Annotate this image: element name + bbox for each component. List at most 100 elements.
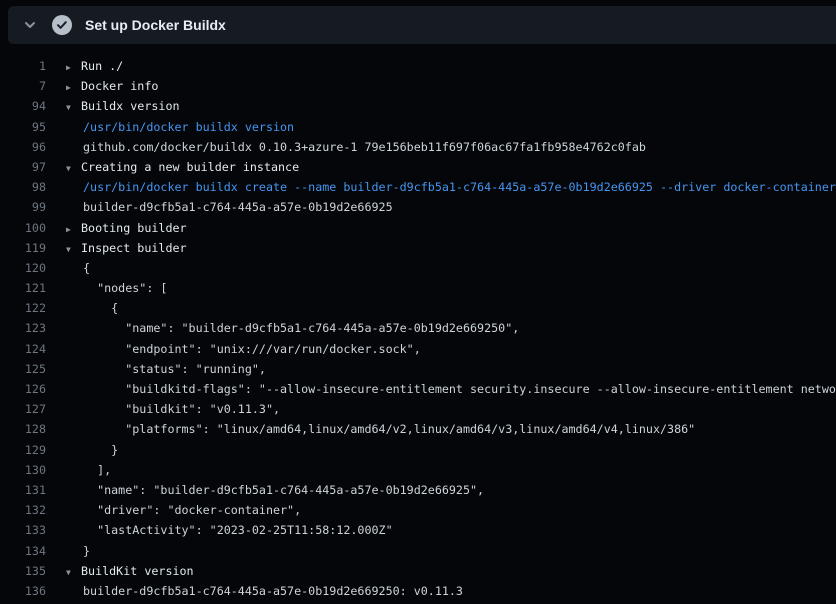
log-line: 128 "platforms": "linux/amd64,linux/amd6… bbox=[0, 419, 836, 439]
log-text: Booting builder bbox=[81, 218, 187, 238]
log-text: Run ./ bbox=[81, 56, 123, 76]
log-line[interactable]: 135 ▼ BuildKit version bbox=[0, 561, 836, 581]
log-line[interactable]: 1 ▶ Run ./ bbox=[0, 56, 836, 76]
log-text: "endpoint": "unix:///var/run/docker.sock… bbox=[66, 339, 421, 359]
line-number[interactable]: 130 bbox=[0, 460, 46, 480]
log-text: { bbox=[66, 298, 118, 318]
line-number[interactable]: 131 bbox=[0, 480, 46, 500]
line-number[interactable]: 97 bbox=[0, 157, 46, 177]
log-line-content: ▶ Run ./ bbox=[66, 56, 123, 76]
line-number[interactable]: 98 bbox=[0, 177, 46, 197]
log-area: 1 ▶ Run ./ 7 ▶ Docker info 94 ▼ Buildx v… bbox=[0, 44, 836, 604]
log-line[interactable]: 100 ▶ Booting builder bbox=[0, 218, 836, 238]
log-line: 127 "buildkit": "v0.11.3", bbox=[0, 399, 836, 419]
line-number[interactable]: 124 bbox=[0, 339, 46, 359]
line-number[interactable]: 123 bbox=[0, 318, 46, 338]
line-number[interactable]: 94 bbox=[0, 96, 46, 116]
collapse-group-triangle-icon[interactable]: ▼ bbox=[66, 240, 81, 258]
line-number[interactable]: 127 bbox=[0, 399, 46, 419]
log-text: "lastActivity": "2023-02-25T11:58:12.000… bbox=[66, 520, 393, 540]
log-line-content: ▼ Creating a new builder instance bbox=[66, 157, 299, 177]
line-number[interactable]: 99 bbox=[0, 197, 46, 217]
log-line: 95 /usr/bin/docker buildx version bbox=[0, 117, 836, 137]
log-line-content: github.com/docker/buildx 0.10.3+azure-1 … bbox=[66, 137, 646, 157]
log-text: /usr/bin/docker buildx create --name bui… bbox=[66, 177, 836, 197]
line-number[interactable]: 119 bbox=[0, 238, 46, 258]
log-text: builder-d9cfb5a1-c764-445a-a57e-0b19d2e6… bbox=[66, 581, 463, 601]
log-line: 126 "buildkitd-flags": "--allow-insecure… bbox=[0, 379, 836, 399]
line-number[interactable]: 129 bbox=[0, 440, 46, 460]
log-text: "platforms": "linux/amd64,linux/amd64/v2… bbox=[66, 419, 695, 439]
log-text: github.com/docker/buildx 0.10.3+azure-1 … bbox=[66, 137, 646, 157]
log-text: /usr/bin/docker buildx version bbox=[66, 117, 294, 137]
expand-group-triangle-icon[interactable]: ▶ bbox=[66, 220, 81, 238]
log-text: Inspect builder bbox=[81, 238, 187, 258]
line-number[interactable]: 120 bbox=[0, 258, 46, 278]
line-number[interactable]: 135 bbox=[0, 561, 46, 581]
log-line-content: "status": "running", bbox=[66, 359, 266, 379]
line-number[interactable]: 7 bbox=[0, 76, 46, 96]
log-text: ], bbox=[66, 460, 111, 480]
log-line: 134 } bbox=[0, 541, 836, 561]
check-circle-icon bbox=[52, 15, 72, 35]
log-text: "name": "builder-d9cfb5a1-c764-445a-a57e… bbox=[66, 318, 519, 338]
log-line[interactable]: 94 ▼ Buildx version bbox=[0, 96, 836, 116]
line-number[interactable]: 1 bbox=[0, 56, 46, 76]
log-line-content: ▶ Booting builder bbox=[66, 218, 187, 238]
line-number[interactable]: 121 bbox=[0, 278, 46, 298]
log-line: 123 "name": "builder-d9cfb5a1-c764-445a-… bbox=[0, 318, 836, 338]
collapse-group-triangle-icon[interactable]: ▼ bbox=[66, 98, 81, 116]
log-line-content: "name": "builder-d9cfb5a1-c764-445a-a57e… bbox=[66, 480, 484, 500]
line-number[interactable]: 128 bbox=[0, 419, 46, 439]
log-line[interactable]: 7 ▶ Docker info bbox=[0, 76, 836, 96]
log-text: "buildkit": "v0.11.3", bbox=[66, 399, 280, 419]
log-line-content: "lastActivity": "2023-02-25T11:58:12.000… bbox=[66, 520, 393, 540]
log-line-content: ▼ Buildx version bbox=[66, 96, 180, 116]
step-title: Set up Docker Buildx bbox=[85, 17, 226, 33]
log-line: 121 "nodes": [ bbox=[0, 278, 836, 298]
log-text: Creating a new builder instance bbox=[81, 157, 299, 177]
log-line: 125 "status": "running", bbox=[0, 359, 836, 379]
log-line-content: ], bbox=[66, 460, 111, 480]
log-line-content: } bbox=[66, 541, 90, 561]
log-line: 130 ], bbox=[0, 460, 836, 480]
log-line: 133 "lastActivity": "2023-02-25T11:58:12… bbox=[0, 520, 836, 540]
collapse-group-triangle-icon[interactable]: ▼ bbox=[66, 159, 81, 177]
collapse-group-triangle-icon[interactable]: ▼ bbox=[66, 563, 81, 581]
line-number[interactable]: 133 bbox=[0, 520, 46, 540]
line-number[interactable]: 125 bbox=[0, 359, 46, 379]
chevron-down-icon[interactable] bbox=[22, 17, 38, 33]
log-line-content: "driver": "docker-container", bbox=[66, 500, 301, 520]
line-number[interactable]: 132 bbox=[0, 500, 46, 520]
log-line-content: /usr/bin/docker buildx create --name bui… bbox=[66, 177, 836, 197]
log-line[interactable]: 119 ▼ Inspect builder bbox=[0, 238, 836, 258]
log-line-content: ▼ BuildKit version bbox=[66, 561, 194, 581]
log-text: "buildkitd-flags": "--allow-insecure-ent… bbox=[66, 379, 836, 399]
line-number[interactable]: 122 bbox=[0, 298, 46, 318]
log-line: 136 builder-d9cfb5a1-c764-445a-a57e-0b19… bbox=[0, 581, 836, 601]
log-line: 122 { bbox=[0, 298, 836, 318]
log-line-content: } bbox=[66, 440, 118, 460]
log-text: } bbox=[66, 541, 90, 561]
line-number[interactable]: 95 bbox=[0, 117, 46, 137]
log-line-content: "buildkit": "v0.11.3", bbox=[66, 399, 280, 419]
log-text: "nodes": [ bbox=[66, 278, 167, 298]
step-header[interactable]: Set up Docker Buildx bbox=[8, 6, 836, 44]
log-text: BuildKit version bbox=[81, 561, 194, 581]
expand-group-triangle-icon[interactable]: ▶ bbox=[66, 78, 81, 96]
line-number[interactable]: 134 bbox=[0, 541, 46, 561]
log-line-content: "name": "builder-d9cfb5a1-c764-445a-a57e… bbox=[66, 318, 519, 338]
line-number[interactable]: 136 bbox=[0, 581, 46, 601]
log-line[interactable]: 97 ▼ Creating a new builder instance bbox=[0, 157, 836, 177]
log-text: Buildx version bbox=[81, 96, 180, 116]
log-text: } bbox=[66, 440, 118, 460]
log-line-content: ▶ Docker info bbox=[66, 76, 158, 96]
log-line-content: { bbox=[66, 298, 118, 318]
log-text: "driver": "docker-container", bbox=[66, 500, 301, 520]
line-number[interactable]: 126 bbox=[0, 379, 46, 399]
expand-group-triangle-icon[interactable]: ▶ bbox=[66, 58, 81, 76]
line-number[interactable]: 96 bbox=[0, 137, 46, 157]
log-line-content: { bbox=[66, 258, 90, 278]
line-number[interactable]: 100 bbox=[0, 218, 46, 238]
log-line: 99 builder-d9cfb5a1-c764-445a-a57e-0b19d… bbox=[0, 197, 836, 217]
